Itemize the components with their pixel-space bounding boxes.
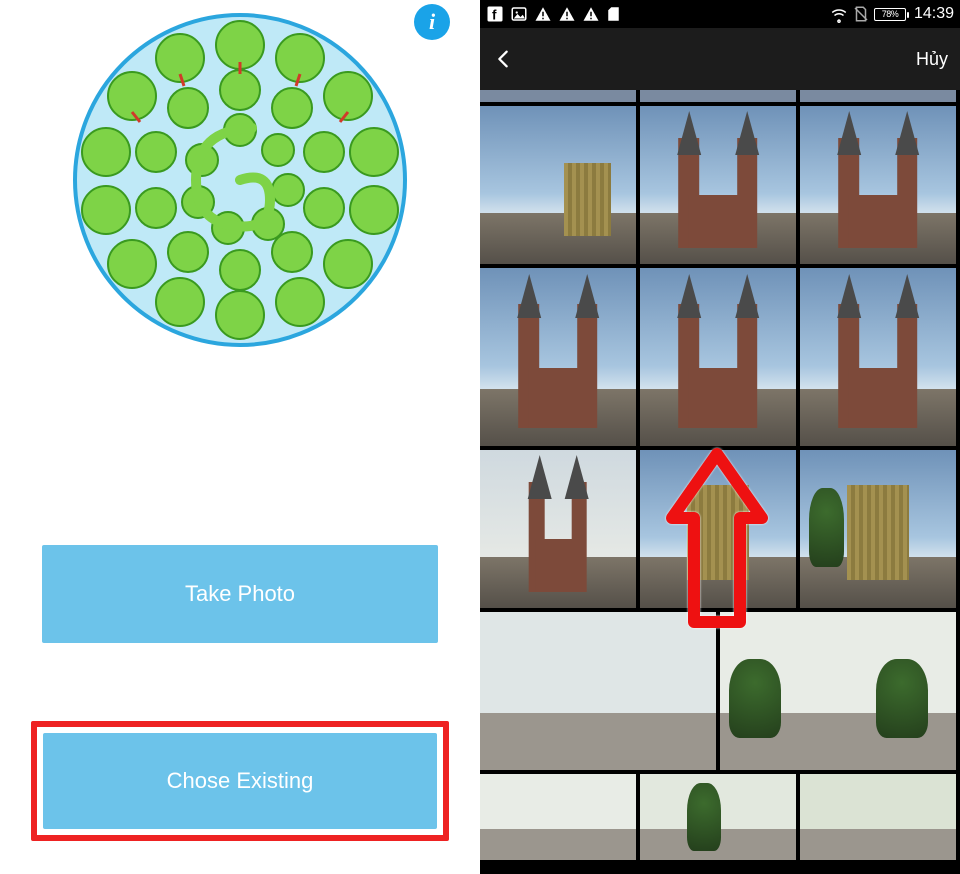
- gallery-thumb[interactable]: [800, 90, 956, 102]
- status-bar: f 78% 14:39: [480, 0, 960, 28]
- sd-card-icon: [606, 5, 624, 23]
- gallery-thumb[interactable]: [480, 774, 636, 860]
- spiral-trees-logo: [70, 10, 410, 350]
- image-icon: [510, 5, 528, 23]
- gallery-thumb[interactable]: [800, 774, 956, 860]
- gallery-thumb[interactable]: [720, 612, 956, 770]
- gallery-thumb[interactable]: [640, 268, 796, 446]
- wifi-icon: [830, 5, 848, 23]
- gallery-thumb[interactable]: [480, 450, 636, 608]
- gallery-thumb[interactable]: [480, 106, 636, 264]
- warning-icon: [534, 5, 552, 23]
- gallery-thumb[interactable]: [480, 90, 636, 102]
- gallery-thumb[interactable]: [640, 90, 796, 102]
- gallery-thumb[interactable]: [640, 450, 796, 608]
- gallery-thumb[interactable]: [800, 268, 956, 446]
- app-logo: [70, 10, 410, 355]
- battery-percent: 78%: [882, 9, 899, 19]
- back-icon[interactable]: [492, 48, 514, 70]
- gallery-picker-screen: f 78% 14:39 Hủy: [480, 0, 960, 874]
- photo-grid[interactable]: [480, 90, 960, 874]
- chose-existing-highlight: Chose Existing: [31, 721, 449, 841]
- warning-icon: [558, 5, 576, 23]
- gallery-thumb[interactable]: [800, 106, 956, 264]
- photo-source-screen: i: [0, 0, 480, 874]
- status-time: 14:39: [914, 5, 954, 23]
- chose-existing-button[interactable]: Chose Existing: [43, 733, 437, 829]
- take-photo-button[interactable]: Take Photo: [42, 545, 438, 643]
- gallery-thumb[interactable]: [480, 612, 716, 770]
- info-icon[interactable]: i: [414, 4, 450, 40]
- gallery-thumb[interactable]: [800, 450, 956, 608]
- warning-icon: [582, 5, 600, 23]
- battery-icon: 78%: [874, 8, 906, 21]
- gallery-thumb[interactable]: [640, 106, 796, 264]
- gallery-thumb[interactable]: [480, 268, 636, 446]
- no-sim-icon: [852, 5, 870, 23]
- nav-bar: Hủy: [480, 28, 960, 90]
- button-stack: Take Photo Chose Existing: [0, 545, 480, 841]
- cancel-button[interactable]: Hủy: [916, 49, 948, 70]
- svg-text:f: f: [492, 7, 497, 22]
- facebook-icon: f: [486, 5, 504, 23]
- gallery-thumb[interactable]: [640, 774, 796, 860]
